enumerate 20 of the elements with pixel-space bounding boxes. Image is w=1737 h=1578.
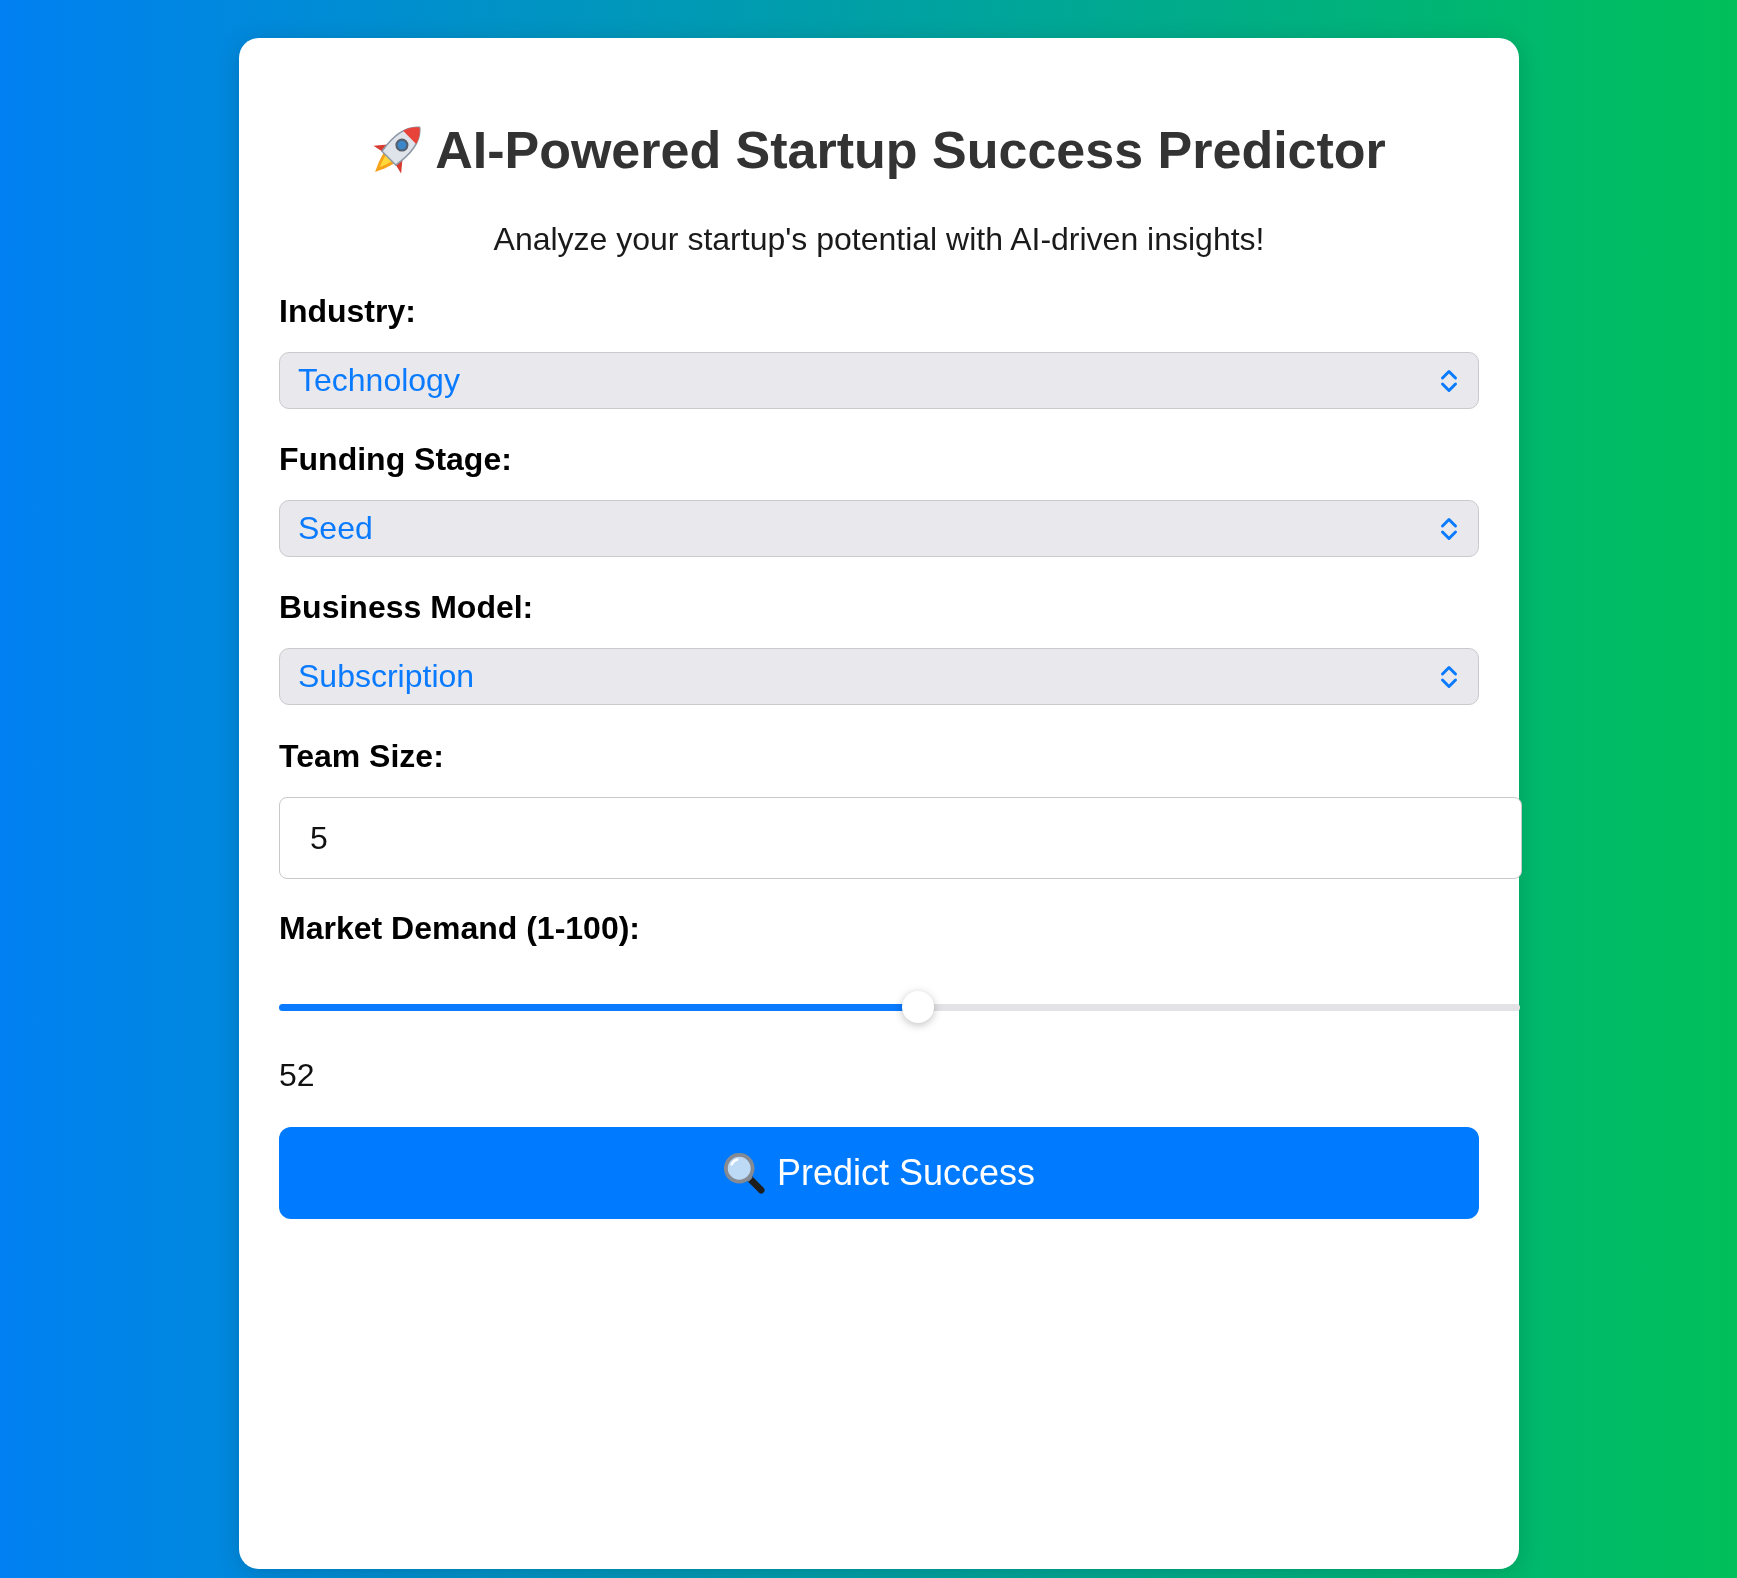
- field-label: Business Model:: [279, 588, 535, 626]
- field-label: Team Size:: [279, 737, 445, 775]
- field-label: Funding Stage:: [279, 440, 513, 478]
- dropdown[interactable]: Technology: [279, 352, 1479, 409]
- subtitle: Analyze your startup's potential with AI-driven insights!: [492, 220, 1266, 258]
- number-field[interactable]: 5: [279, 797, 1522, 879]
- chevron-updown-icon: [1440, 663, 1458, 690]
- chevron-updown-icon: [1440, 515, 1458, 542]
- field-label: Market Demand (1-100):: [279, 909, 641, 947]
- dropdown[interactable]: Subscription: [279, 648, 1479, 705]
- field-label: Industry:: [279, 292, 417, 330]
- rocket-icon: [372, 125, 423, 175]
- slider-value: 52: [279, 1056, 316, 1094]
- chevron-updown-icon: [1440, 367, 1458, 394]
- search-icon: [722, 1152, 765, 1194]
- slider-track[interactable]: [279, 1003, 1520, 1011]
- page-title: AI-Powered Startup Success Predictor: [435, 120, 1386, 181]
- dropdown[interactable]: Seed: [279, 500, 1479, 557]
- predict-button[interactable]: Predict Success: [279, 1127, 1479, 1219]
- slider-thumb[interactable]: [902, 991, 935, 1023]
